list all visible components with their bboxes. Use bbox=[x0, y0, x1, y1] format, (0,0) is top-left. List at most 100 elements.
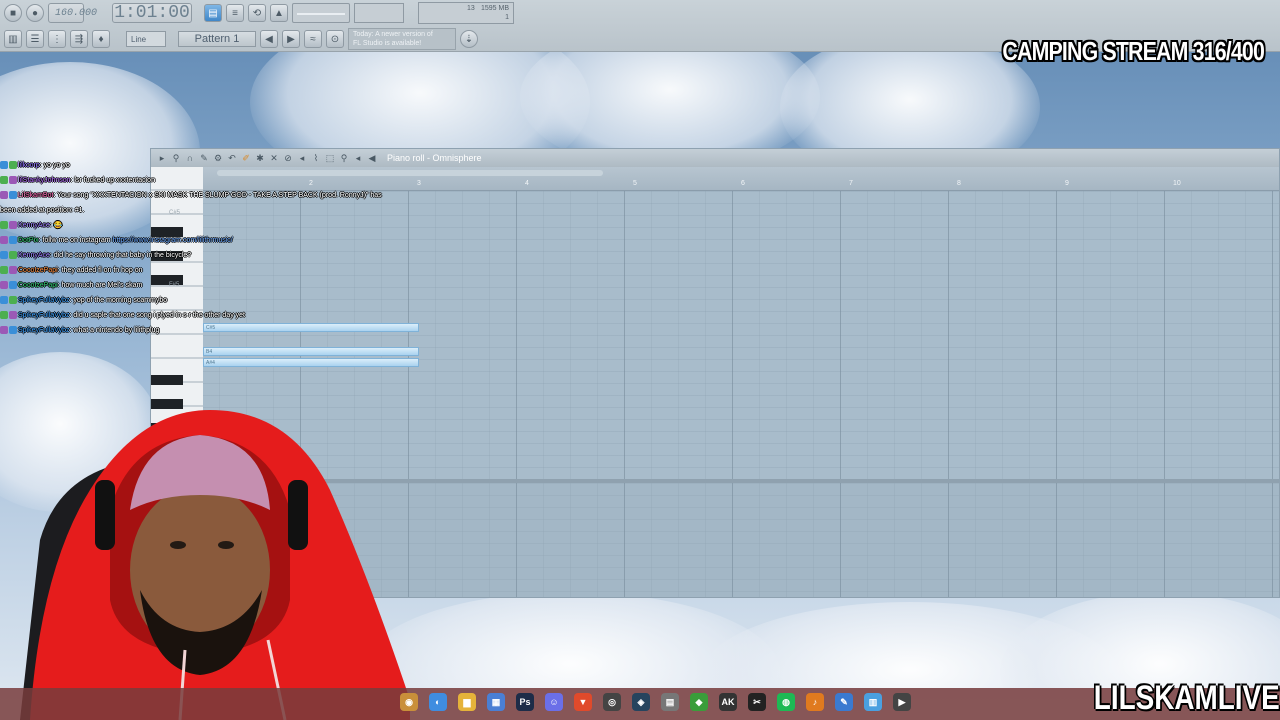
chat-link[interactable]: https://www.instagram.com/lilithrmusic/ bbox=[113, 237, 233, 244]
obs-app-icon[interactable]: ◎ bbox=[603, 693, 621, 711]
chat-username[interactable]: SpikeyFullaVybz bbox=[18, 297, 70, 304]
toolbar-row-transport: ■ ● 160.000 1:01:00 ▤ ≡ ⟲ ▲ 13 1595 MB 1 bbox=[0, 0, 514, 26]
midi-note[interactable]: B4 bbox=[203, 347, 419, 356]
capcut-app-icon[interactable]: ✂ bbox=[748, 693, 766, 711]
chat-badge-icon bbox=[9, 311, 17, 320]
chat-text: : Your song "XXXTENTACION x SKI MASK THE… bbox=[53, 192, 382, 199]
cpu-value: 13 bbox=[467, 5, 475, 12]
shift-left-icon[interactable]: ◀ bbox=[260, 30, 278, 48]
chat-text: : they added fl on fn hop on bbox=[57, 267, 143, 274]
alt-icon[interactable]: ≈ bbox=[304, 30, 322, 48]
step-edit-icon[interactable]: ≡ bbox=[226, 4, 244, 22]
chat-text: : yo yo yo bbox=[39, 162, 70, 169]
shift-right-icon[interactable]: ▶ bbox=[282, 30, 300, 48]
chat-username[interactable]: LilSkamBot bbox=[18, 192, 53, 199]
pattern-mode-icon[interactable]: ▤ bbox=[204, 4, 222, 22]
chat-username[interactable]: CocoIzePapi bbox=[18, 267, 58, 274]
bar-number: 5 bbox=[633, 180, 637, 187]
chat-username[interactable]: CocoIzePapi bbox=[18, 282, 58, 289]
chat-message: been added at position: #1. bbox=[0, 203, 420, 218]
chat-text: : 😂 bbox=[49, 222, 63, 229]
bar-number: 6 bbox=[741, 180, 745, 187]
chat-username[interactable]: DotPix bbox=[18, 237, 39, 244]
chat-username[interactable]: KennyAce bbox=[18, 222, 50, 229]
chat-username[interactable]: lilkcorp bbox=[18, 162, 40, 169]
store-app-icon[interactable]: ▦ bbox=[487, 693, 505, 711]
brave-app-icon[interactable]: ▼ bbox=[574, 693, 592, 711]
channel-rack-icon[interactable]: ⋮ bbox=[48, 30, 66, 48]
chat-badge-icon bbox=[0, 281, 8, 290]
webcam-feed bbox=[20, 410, 410, 720]
notepad-app-icon[interactable]: ▥ bbox=[864, 693, 882, 711]
toolbar-row-tools: ▥ ☰ ⋮ ⇶ ♦ Line Pattern 1 ◀ ▶ ≈ ⊙ Today: … bbox=[0, 26, 478, 52]
record-icon[interactable]: ● bbox=[26, 4, 44, 22]
stream-chat-overlay: lilkcorp: yo yo yo lilStankyJohnson: lsr … bbox=[0, 158, 420, 338]
chat-badge-icon bbox=[0, 311, 8, 320]
browser-icon[interactable]: ♦ bbox=[92, 30, 110, 48]
chat-badge-icon bbox=[0, 266, 8, 275]
midi-note[interactable]: A#4 bbox=[203, 358, 419, 367]
news-line-1: Today: A newer version of bbox=[353, 31, 433, 38]
flstudio-app-icon[interactable]: ♪ bbox=[806, 693, 824, 711]
news-line-2: FL Studio is available! bbox=[353, 40, 422, 47]
xbox-app-icon[interactable]: ◆ bbox=[690, 693, 708, 711]
chat-badge-icon bbox=[9, 296, 17, 305]
loop-record-icon[interactable]: ⟲ bbox=[248, 4, 266, 22]
ak-app-icon[interactable]: AK bbox=[719, 693, 737, 711]
stream-title-overlay: CAMPING STREAM 316/400 bbox=[1002, 36, 1264, 66]
mixer-icon[interactable]: ⇶ bbox=[70, 30, 88, 48]
steam-app-icon[interactable]: ◈ bbox=[632, 693, 650, 711]
news-panel[interactable]: Today: A newer version of FL Studio is a… bbox=[348, 28, 456, 50]
chat-message: lilkcorp: yo yo yo bbox=[0, 158, 420, 173]
chat-text: : lsr fucked up xxxtentacion bbox=[70, 177, 155, 184]
chat-text: : what a nintendo by lilithplug bbox=[69, 327, 160, 334]
chat-badge-icon bbox=[9, 326, 17, 335]
chat-message: KennyAce: 😂 bbox=[0, 218, 420, 233]
chat-text: : did u saple that one song i plyed in s… bbox=[69, 312, 246, 319]
download-icon[interactable]: ⇣ bbox=[460, 30, 478, 48]
piano-roll-icon[interactable]: ☰ bbox=[26, 30, 44, 48]
discord-app-icon[interactable]: ☺ bbox=[545, 693, 563, 711]
online-icon[interactable]: ⊙ bbox=[326, 30, 344, 48]
playlist-icon[interactable]: ▥ bbox=[4, 30, 22, 48]
stop-icon[interactable]: ■ bbox=[4, 4, 22, 22]
chat-message: DotPix: follw me on instagram https://ww… bbox=[0, 233, 420, 248]
chat-message: SpikeyFullaVybz: did u saple that one so… bbox=[0, 308, 420, 323]
media-player-icon[interactable]: ▶ bbox=[893, 693, 911, 711]
polyphony-value: 1 bbox=[505, 14, 509, 21]
snap-select[interactable]: Line bbox=[126, 31, 166, 47]
chat-username[interactable]: KennyAce bbox=[18, 252, 50, 259]
chat-text: : follw me on instagram bbox=[38, 237, 113, 244]
channel-name-overlay: LILSKAMLIVE bbox=[1094, 679, 1280, 717]
chrome-app-icon[interactable]: ◐ bbox=[429, 693, 447, 711]
chat-message: CocoIzePapi: they added fl on fn hop on bbox=[0, 263, 420, 278]
chat-text: been added at position: #1. bbox=[0, 207, 85, 214]
chat-badge-icon bbox=[9, 236, 17, 245]
pattern-select[interactable]: Pattern 1 bbox=[178, 31, 256, 47]
chat-username[interactable]: SpikeyFullaVybz bbox=[18, 327, 70, 334]
bar-number: 7 bbox=[849, 180, 853, 187]
chat-badge-icon bbox=[0, 326, 8, 335]
explorer-app-icon[interactable]: ◉ bbox=[400, 693, 418, 711]
chat-message: CocoIzePapi: how much are Mel's skam bbox=[0, 278, 420, 293]
tempo-display[interactable]: 160.000 bbox=[48, 3, 97, 23]
editor-app-icon[interactable]: ✎ bbox=[835, 693, 853, 711]
bar-number: 10 bbox=[1173, 180, 1181, 187]
metronome-icon[interactable]: ▲ bbox=[270, 4, 288, 22]
black-key[interactable] bbox=[151, 375, 183, 385]
chat-badge-icon bbox=[0, 191, 8, 200]
folder-app-icon[interactable]: ▆ bbox=[458, 693, 476, 711]
chat-username[interactable]: lilStankyJohnson bbox=[18, 177, 71, 184]
chat-message: SpikeyFullaVybz: yop of the morning scam… bbox=[0, 293, 420, 308]
notes-app-icon[interactable]: ▤ bbox=[661, 693, 679, 711]
chat-message: LilSkamBot: Your song "XXXTENTACION x SK… bbox=[0, 188, 420, 203]
bar-number: 8 bbox=[957, 180, 961, 187]
spotify-app-icon[interactable]: ◍ bbox=[777, 693, 795, 711]
chat-username[interactable]: SpikeyFullaVybz bbox=[18, 312, 70, 319]
chat-badge-icon bbox=[0, 296, 8, 305]
photoshop-app-icon[interactable]: Ps bbox=[516, 693, 534, 711]
master-volume-meter[interactable] bbox=[354, 3, 404, 23]
chat-badge-icon bbox=[0, 236, 8, 245]
chat-text: : did he say throwing that baby in the b… bbox=[49, 252, 192, 259]
chat-badge-icon bbox=[9, 281, 17, 290]
